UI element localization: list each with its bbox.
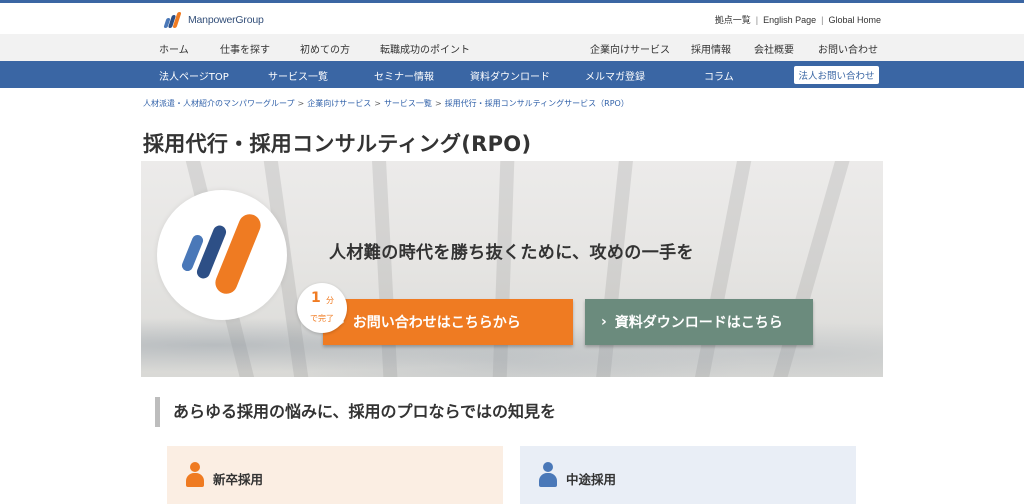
contact-cta-button[interactable]: › お問い合わせはこちらから	[323, 299, 573, 345]
util-separator: |	[755, 14, 759, 25]
breadcrumb-current[interactable]: 採用代行・採用コンサルティングサービス（RPO）	[445, 99, 629, 108]
nav-item-career-tips[interactable]: 転職成功のポイント	[380, 41, 470, 56]
nav-item-job-search[interactable]: 仕事を探す	[220, 41, 270, 56]
corp-nav-column[interactable]: コラム	[704, 68, 734, 83]
corp-nav-downloads[interactable]: 資料ダウンロード	[470, 68, 550, 83]
contact-cta-label: お問い合わせはこちらから	[352, 315, 521, 331]
nav-item-company[interactable]: 会社概要	[754, 41, 794, 56]
utility-links: 拠点一覧 | English Page | Global Home	[715, 13, 881, 26]
util-separator: |	[821, 14, 824, 25]
badge-subtext: で完了	[310, 314, 334, 323]
breadcrumb-separator: >	[374, 99, 381, 108]
manpower-logo[interactable]: ManpowerGroup	[163, 10, 264, 30]
breadcrumb-item[interactable]: 企業向けサービス	[307, 99, 371, 108]
one-minute-badge: 1 分 で完了	[297, 283, 347, 333]
corp-nav-top[interactable]: 法人ページTOP	[159, 68, 229, 83]
util-link-global[interactable]: Global Home	[828, 15, 881, 25]
util-link-locations[interactable]: 拠点一覧	[715, 13, 751, 26]
util-link-english[interactable]: English Page	[763, 15, 816, 25]
card-label: 新卒採用	[213, 472, 264, 487]
person-icon	[538, 462, 558, 488]
download-cta-label: 資料ダウンロードはこちら	[614, 315, 783, 331]
card-label: 中途採用	[566, 472, 617, 487]
utility-bar: ManpowerGroup 拠点一覧 | English Page | Glob…	[0, 3, 1024, 34]
nav-item-home[interactable]: ホーム	[159, 41, 189, 56]
corp-nav-newsletter[interactable]: メルマガ登録	[585, 68, 645, 83]
corp-nav-seminars[interactable]: セミナー情報	[374, 68, 434, 83]
nav-item-corporate-services[interactable]: 企業向けサービス	[590, 41, 670, 56]
manpower-logo-icon	[163, 12, 184, 28]
corporate-contact-button[interactable]: 法人お問い合わせ	[794, 66, 879, 84]
page-title: 採用代行・採用コンサルティング(RPO)	[143, 132, 532, 156]
person-icon	[185, 462, 205, 488]
corp-nav-services[interactable]: サービス一覧	[268, 68, 328, 83]
nav-item-first-time[interactable]: 初めての方	[300, 41, 350, 56]
logo-text: ManpowerGroup	[188, 14, 264, 26]
breadcrumb-item[interactable]: 人材派遣・人材紹介のマンパワーグループ	[143, 99, 295, 108]
nav-item-recruitment[interactable]: 採用情報	[691, 41, 731, 56]
breadcrumb-item[interactable]: サービス一覧	[384, 99, 432, 108]
breadcrumb-separator: >	[434, 99, 442, 108]
badge-unit: 分	[326, 296, 334, 305]
section-title: あらゆる採用の悩みに、採用のプロならではの知見を	[155, 397, 556, 427]
corporate-nav: 法人ページTOP サービス一覧 セミナー情報 資料ダウンロード メルマガ登録 コ…	[0, 61, 1024, 88]
badge-number: 1	[311, 290, 321, 306]
chevron-right-icon: ›	[601, 314, 607, 330]
breadcrumb: 人材派遣・人材紹介のマンパワーグループ > 企業向けサービス > サービス一覧 > 採用代行…	[143, 98, 629, 109]
download-cta-button[interactable]: › 資料ダウンロードはこちら	[585, 299, 813, 345]
primary-nav: ホーム 仕事を探す 初めての方 転職成功のポイント 企業向けサービス 採用情報 …	[0, 34, 1024, 61]
nav-item-contact[interactable]: お問い合わせ	[818, 41, 878, 56]
manpower-logo-icon	[157, 190, 287, 320]
hero-banner: 人材難の時代を勝ち抜くために、攻めの一手を › お問い合わせはこちらから 1 分…	[141, 161, 883, 377]
hero-headline: 人材難の時代を勝ち抜くために、攻めの一手を	[329, 243, 694, 263]
card-new-graduate-recruitment[interactable]: 新卒採用	[167, 446, 503, 504]
breadcrumb-separator: >	[297, 99, 305, 108]
card-mid-career-recruitment[interactable]: 中途採用	[520, 446, 856, 504]
